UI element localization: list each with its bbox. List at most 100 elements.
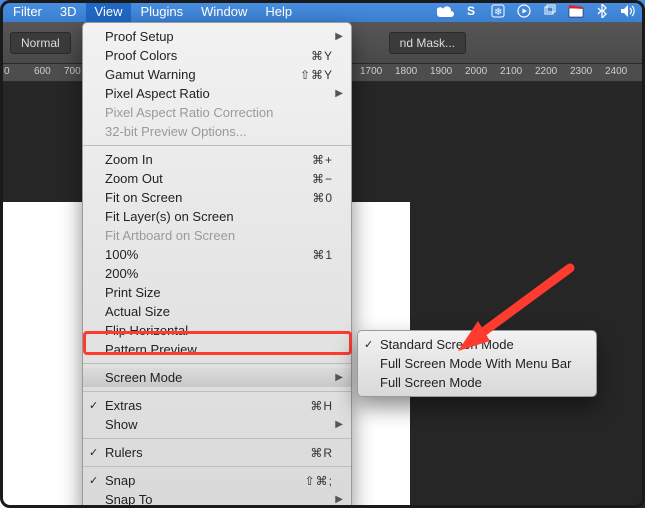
menu-shortcut: ⌘1 — [282, 248, 333, 262]
svg-text:S: S — [467, 4, 475, 18]
menu-item[interactable]: Snap To ▶ — [83, 490, 351, 508]
chevron-right-icon: ▶ — [335, 372, 343, 383]
ruler-tick: 2400 — [605, 66, 627, 77]
submenu-item[interactable]: ✓ Standard Screen Mode — [358, 335, 596, 354]
menu-item-label: Extras — [105, 398, 142, 413]
menu-item-label: Pixel Aspect Ratio Correction — [105, 105, 273, 120]
chevron-right-icon: ▶ — [335, 419, 343, 430]
select-and-mask-button[interactable]: nd Mask... — [389, 32, 466, 54]
menu-item-label: Flip Horizontal — [105, 323, 188, 338]
menu-window[interactable]: Window — [192, 0, 256, 22]
menu-shortcut: ⌘Y — [281, 49, 333, 63]
menu-item-label: Gamut Warning — [105, 67, 196, 82]
menu-item[interactable]: Actual Size — [83, 302, 351, 321]
menu-item[interactable]: Proof Colors ⌘Y — [83, 46, 351, 65]
menu-item[interactable]: Pixel Aspect Ratio ▶ — [83, 84, 351, 103]
menu-item[interactable]: Screen Mode ▶ — [83, 368, 351, 387]
menu-shortcut: ⇧⌘; — [275, 474, 333, 488]
ruler-tick: 0 — [4, 66, 10, 77]
menu-item-label: Snap To — [105, 492, 152, 507]
menu-item[interactable]: Zoom Out ⌘− — [83, 169, 351, 188]
menu-item[interactable]: Print Size — [83, 283, 351, 302]
menu-item-label: Print Size — [105, 285, 161, 300]
menu-item[interactable]: 200% — [83, 264, 351, 283]
menu-item: 32-bit Preview Options... — [83, 122, 351, 141]
chevron-right-icon: ▶ — [335, 494, 343, 505]
check-icon: ✓ — [89, 399, 98, 412]
menu-item-label: 32-bit Preview Options... — [105, 124, 247, 139]
menu-item[interactable]: Pattern Preview — [83, 340, 351, 359]
submenu-item-label: Standard Screen Mode — [380, 337, 514, 352]
ruler-tick: 2000 — [465, 66, 487, 77]
menu-item: Fit Artboard on Screen — [83, 226, 351, 245]
menu-shortcut: ⌘H — [280, 399, 333, 413]
menu-item[interactable]: Gamut Warning ⇧⌘Y — [83, 65, 351, 84]
clapper-icon[interactable] — [563, 4, 589, 18]
check-icon: ✓ — [364, 338, 373, 351]
menu-item[interactable]: Show ▶ — [83, 415, 351, 434]
menu-view[interactable]: View — [86, 0, 132, 22]
submenu-item-label: Full Screen Mode — [380, 375, 482, 390]
menu-item-label: Proof Setup — [105, 29, 174, 44]
menu-item-label: Pixel Aspect Ratio — [105, 86, 210, 101]
menu-item[interactable]: Zoom In ⌘+ — [83, 150, 351, 169]
cloud-icon[interactable] — [433, 5, 459, 17]
menu-item-label: Pattern Preview — [105, 342, 197, 357]
submenu-item-label: Full Screen Mode With Menu Bar — [380, 356, 571, 371]
menu-item-label: Proof Colors — [105, 48, 177, 63]
ruler-tick: 2300 — [570, 66, 592, 77]
play-circle-icon[interactable] — [511, 4, 537, 18]
menu-item-label: 200% — [105, 266, 138, 281]
ruler-tick: 1800 — [395, 66, 417, 77]
menu-item: Pixel Aspect Ratio Correction — [83, 103, 351, 122]
snowflake-icon[interactable]: ❄ — [485, 4, 511, 18]
menu-item-label: Screen Mode — [105, 370, 182, 385]
menu-item[interactable]: Fit on Screen⌘0 — [83, 188, 351, 207]
svg-text:❄: ❄ — [494, 7, 502, 18]
ruler-tick: 1700 — [360, 66, 382, 77]
menu-3d[interactable]: 3D — [51, 0, 86, 22]
menu-item-label: Fit Artboard on Screen — [105, 228, 235, 243]
ruler-tick: 2100 — [500, 66, 522, 77]
menu-item-label: Rulers — [105, 445, 143, 460]
menu-item[interactable]: Fit Layer(s) on Screen — [83, 207, 351, 226]
menu-item[interactable]: Proof Setup ▶ — [83, 27, 351, 46]
menu-item[interactable]: ✓ Extras ⌘H — [83, 396, 351, 415]
menu-item[interactable]: ✓ Snap ⇧⌘; — [83, 471, 351, 490]
bluetooth-icon[interactable] — [589, 4, 615, 18]
volume-icon[interactable] — [615, 4, 641, 18]
menu-plugins[interactable]: Plugins — [131, 0, 192, 22]
check-icon: ✓ — [89, 474, 98, 487]
menu-item-label: Actual Size — [105, 304, 170, 319]
check-icon: ✓ — [89, 446, 98, 459]
menu-shortcut: ⇧⌘Y — [270, 68, 333, 82]
menu-shortcut: ⌘− — [282, 172, 333, 186]
menu-item-label: Zoom Out — [105, 171, 163, 186]
menu-item-label: Fit on Screen — [105, 190, 182, 205]
windows-icon[interactable] — [537, 4, 563, 18]
submenu-item[interactable]: Full Screen Mode — [358, 373, 596, 392]
menu-item[interactable]: Flip Horizontal — [83, 321, 351, 340]
menu-item-label: Snap — [105, 473, 135, 488]
menu-filter[interactable]: Filter — [4, 0, 51, 22]
chevron-right-icon: ▶ — [335, 31, 343, 42]
ruler-tick: 1900 — [430, 66, 452, 77]
menu-item[interactable]: ✓ Rulers ⌘R — [83, 443, 351, 462]
menu-item-label: Show — [105, 417, 138, 432]
menu-shortcut: ⌘+ — [282, 153, 333, 167]
submenu-item[interactable]: Full Screen Mode With Menu Bar — [358, 354, 596, 373]
ruler-tick: 2200 — [535, 66, 557, 77]
menu-item-label: Zoom In — [105, 152, 153, 167]
menu-item-label: 100% — [105, 247, 138, 262]
menu-shortcut: ⌘R — [280, 446, 333, 460]
menu-help[interactable]: Help — [256, 0, 301, 22]
blend-mode-dropdown[interactable]: Normal — [10, 32, 71, 54]
chevron-right-icon: ▶ — [335, 88, 343, 99]
screen-mode-submenu: ✓ Standard Screen Mode Full Screen Mode Wi… — [357, 330, 597, 397]
menu-item-label: Fit Layer(s) on Screen — [105, 209, 234, 224]
ruler-tick: 700 — [64, 66, 81, 77]
menu-item[interactable]: 100% ⌘1 — [83, 245, 351, 264]
mac-menu-bar: Filter 3D View Plugins Window Help S ❄ — [0, 0, 645, 22]
letter-s-icon[interactable]: S — [459, 4, 485, 18]
ruler-tick: 600 — [34, 66, 51, 77]
